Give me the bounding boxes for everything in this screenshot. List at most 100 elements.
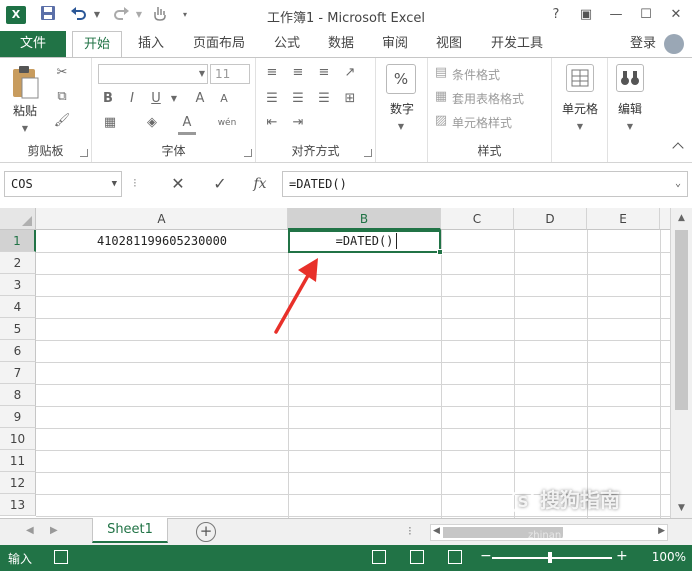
merge-center-icon[interactable]: ⊞ — [340, 90, 360, 108]
tab-data[interactable]: 数据 — [318, 31, 364, 57]
row-header-5[interactable]: 5 — [0, 318, 36, 340]
row-header-4[interactable]: 4 — [0, 296, 36, 318]
scroll-down-icon[interactable]: ▼ — [671, 500, 692, 516]
cut-icon[interactable]: ✂ — [52, 64, 72, 82]
cells-dropdown-icon[interactable]: ▼ — [573, 118, 587, 136]
editing-dropdown-icon[interactable]: ▼ — [623, 118, 637, 136]
cells-button-label[interactable]: 单元格 — [552, 100, 608, 117]
number-button-label[interactable]: 数字 — [378, 100, 426, 117]
column-header-b[interactable]: B — [288, 208, 441, 230]
bottom-align-icon[interactable]: ≡ — [314, 64, 334, 82]
row-header-11[interactable]: 11 — [0, 450, 36, 472]
cell-a1[interactable]: 410281199605230000 — [36, 230, 288, 252]
align-left-icon[interactable]: ☰ — [262, 90, 282, 108]
macro-record-icon[interactable] — [54, 550, 68, 564]
tab-formulas[interactable]: 公式 — [264, 31, 310, 57]
row-header-2[interactable]: 2 — [0, 252, 36, 274]
zoom-in-icon[interactable]: + — [616, 548, 628, 564]
grow-font-button[interactable]: A — [192, 90, 208, 108]
tab-review[interactable]: 审阅 — [372, 31, 418, 57]
sheet-tab-sheet1[interactable]: Sheet1 — [92, 518, 168, 543]
vertical-scrollbar[interactable]: ▲ ▼ — [670, 208, 692, 518]
phonetic-guide-button[interactable]: wén — [212, 114, 242, 132]
shrink-font-button[interactable]: A — [216, 90, 232, 108]
prev-sheet-icon[interactable]: ◀ — [26, 525, 34, 536]
tab-splitter-icon[interactable]: ⁝ — [408, 524, 412, 538]
top-align-icon[interactable]: ≡ — [262, 64, 282, 82]
row-header-9[interactable]: 9 — [0, 406, 36, 428]
italic-button[interactable]: I — [124, 90, 140, 108]
collapse-ribbon-icon[interactable] — [672, 142, 684, 154]
row-header-7[interactable]: 7 — [0, 362, 36, 384]
underline-dropdown-icon[interactable]: ▼ — [170, 90, 178, 108]
ribbon-display-button[interactable]: ▣ — [575, 5, 597, 25]
font-name-dropdown-icon[interactable]: ▼ — [196, 65, 208, 83]
worksheet-grid[interactable]: A B C D E 1 2 3 4 5 6 7 8 9 10 11 12 13 … — [0, 208, 692, 518]
cancel-entry-button[interactable]: ✕ — [164, 173, 192, 195]
horizontal-scrollbar[interactable]: ◀ ▶ — [430, 524, 668, 541]
tab-file[interactable]: 文件 — [0, 31, 66, 57]
increase-indent-icon[interactable]: ⇥ — [288, 114, 308, 132]
font-name-combo[interactable] — [98, 64, 208, 84]
align-right-icon[interactable]: ☰ — [314, 90, 334, 108]
vertical-scroll-thumb[interactable] — [675, 230, 688, 410]
login-link[interactable]: 登录 — [630, 31, 656, 57]
alignment-launcher-icon[interactable] — [364, 149, 372, 157]
orientation-icon[interactable]: ↗ — [340, 64, 360, 82]
clipboard-launcher-icon[interactable] — [80, 149, 88, 157]
help-button[interactable]: ? — [545, 5, 567, 25]
formula-input[interactable]: =DATED() ⌄ — [282, 171, 688, 197]
column-header-d[interactable]: D — [514, 208, 587, 230]
row-header-3[interactable]: 3 — [0, 274, 36, 296]
column-header-e[interactable]: E — [587, 208, 660, 230]
paste-button[interactable]: 粘贴 — [6, 102, 44, 119]
cell-styles-button[interactable]: 单元格样式 — [452, 114, 512, 131]
new-sheet-button[interactable]: + — [196, 522, 216, 542]
user-avatar-icon[interactable] — [664, 34, 684, 54]
copy-icon[interactable]: ⧉ — [52, 88, 72, 106]
maximize-button[interactable]: ☐ — [635, 5, 657, 25]
name-box[interactable]: COS ▼ — [4, 171, 122, 197]
tab-home[interactable]: 开始 — [72, 31, 122, 57]
fill-color-icon[interactable]: ◈ — [142, 114, 162, 132]
zoom-slider-thumb[interactable] — [548, 552, 552, 563]
editing-button-label[interactable]: 编辑 — [608, 100, 652, 117]
zoom-out-icon[interactable]: − — [480, 548, 492, 564]
zoom-level[interactable]: 100% — [652, 550, 686, 564]
number-dropdown-icon[interactable]: ▼ — [394, 118, 408, 136]
column-header-c[interactable]: C — [441, 208, 514, 230]
bold-button[interactable]: B — [100, 90, 116, 108]
scroll-up-icon[interactable]: ▲ — [671, 210, 692, 226]
expand-formula-bar-icon[interactable]: ⌄ — [675, 172, 681, 196]
horizontal-scroll-thumb[interactable] — [443, 527, 563, 538]
formula-bar-grip-icon[interactable]: ⁝ — [133, 176, 137, 190]
tab-page-layout[interactable]: 页面布局 — [182, 31, 256, 57]
minimize-button[interactable]: — — [605, 5, 627, 25]
row-header-6[interactable]: 6 — [0, 340, 36, 362]
scroll-right-icon[interactable]: ▶ — [658, 526, 665, 536]
conditional-format-button[interactable]: 条件格式 — [452, 66, 500, 83]
close-button[interactable]: ✕ — [665, 5, 687, 25]
zoom-slider-track[interactable] — [492, 557, 612, 559]
find-binoculars-icon[interactable] — [616, 64, 644, 92]
cells-icon[interactable] — [566, 64, 594, 92]
page-break-view-icon[interactable] — [448, 550, 462, 564]
row-header-8[interactable]: 8 — [0, 384, 36, 406]
page-layout-view-icon[interactable] — [410, 550, 424, 564]
confirm-entry-button[interactable]: ✓ — [206, 173, 234, 195]
tab-view[interactable]: 视图 — [426, 31, 472, 57]
borders-icon[interactable]: ▦ — [100, 114, 120, 132]
format-as-table-button[interactable]: 套用表格格式 — [452, 90, 524, 107]
align-center-icon[interactable]: ☰ — [288, 90, 308, 108]
underline-button[interactable]: U — [148, 90, 164, 108]
scroll-left-icon[interactable]: ◀ — [433, 526, 440, 536]
paste-dropdown-icon[interactable]: ▼ — [18, 120, 32, 138]
decrease-indent-icon[interactable]: ⇤ — [262, 114, 282, 132]
paste-icon[interactable] — [10, 64, 40, 100]
font-launcher-icon[interactable] — [244, 149, 252, 157]
tab-developer[interactable]: 开发工具 — [480, 31, 554, 57]
tab-insert[interactable]: 插入 — [128, 31, 174, 57]
name-box-dropdown-icon[interactable]: ▼ — [112, 172, 117, 196]
insert-function-button[interactable]: fx — [246, 173, 274, 195]
column-header-a[interactable]: A — [36, 208, 288, 230]
